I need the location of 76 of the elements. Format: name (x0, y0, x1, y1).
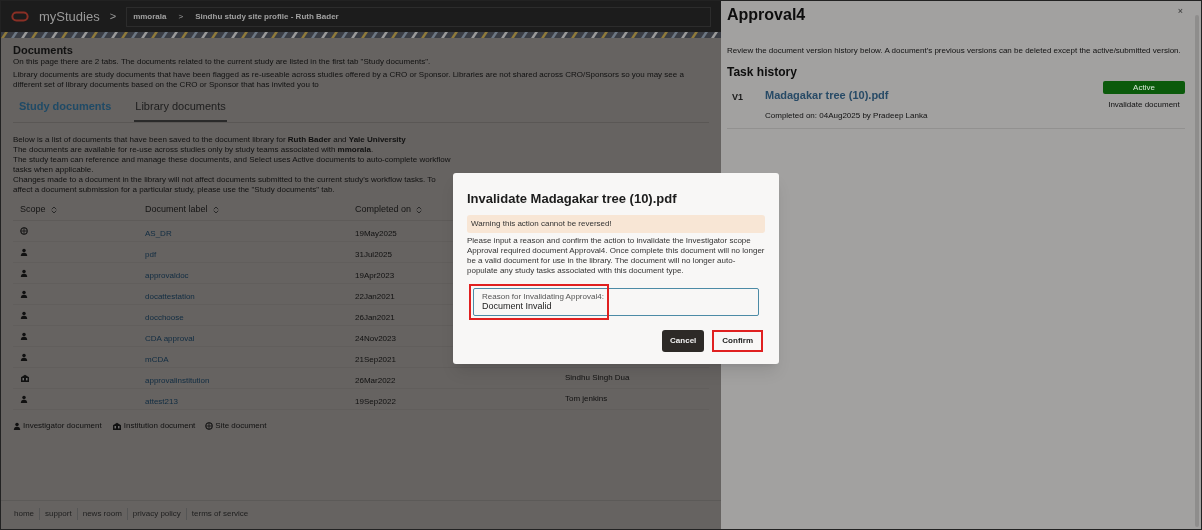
section-title: Task history (727, 64, 798, 81)
panel-title: Approval4 (727, 5, 806, 25)
table-cell: 22Jan2021 (355, 291, 395, 301)
legend-label: Institution document (123, 419, 196, 432)
document-link[interactable]: attest213 (145, 396, 178, 406)
warning-banner: Warning this action cannot be reversed! (467, 214, 765, 233)
dialog-title: Invalidate Madagakar tree (10).pdf (467, 190, 678, 208)
version-label: V1 (731, 91, 744, 104)
cancel-button[interactable]: Cancel (662, 329, 705, 352)
document-link[interactable]: approvaldoc (145, 270, 189, 280)
document-link[interactable]: docchoose (145, 312, 184, 322)
completed-text: Completed on: 04Aug2025 by Pradeep Lanka (765, 109, 929, 122)
breadcrumb-separator: > (109, 9, 117, 25)
reason-field[interactable]: Reason for Invalidating Approval4: Document Invalid (473, 287, 759, 316)
panel-description: Review the document version history below. A document's previous versions can be deleted except the active/submitted version. (727, 45, 1182, 57)
person-icon (20, 394, 28, 403)
table-cell: 19Sep2022 (355, 396, 396, 406)
person-icon (13, 421, 21, 430)
person-icon (20, 268, 28, 277)
info-text: Below is a list of documents that have been saved to the document library for Ruth Bader and Yale University (13, 134, 407, 145)
file-link[interactable]: Madagakar tree (10).pdf (765, 87, 1103, 104)
table-cell: 21Sep2021 (355, 354, 396, 364)
globe-icon (20, 226, 28, 235)
person-icon (20, 331, 28, 340)
person-icon (20, 352, 28, 361)
document-link[interactable]: CDA approval (145, 333, 195, 343)
info-text: The documents are available for re-use across studies only by study teams associated with mmorala. (13, 144, 375, 155)
table-cell: Sindhu Singh Dua (565, 371, 630, 384)
person-icon (20, 247, 28, 256)
document-link[interactable]: approvalinstitution (145, 375, 210, 385)
column-header[interactable]: Document label (145, 203, 208, 217)
table-cell: Tom jenkins (565, 392, 608, 405)
info-text: Changes made to a document in the library will not affect documents submitted to the current study's workflow tasks. To affect a document submission for a particular study, please use the "Study documents" tab. (13, 174, 437, 195)
status-badge: Active (1103, 81, 1185, 94)
tab[interactable]: Study documents (18, 98, 113, 122)
document-link[interactable]: docattestation (145, 291, 195, 301)
app-name[interactable]: myStudies (39, 6, 100, 27)
footer-link[interactable]: support (39, 507, 77, 520)
document-link[interactable]: pdf (145, 249, 157, 259)
invalidate-link[interactable]: Invalidate document (1108, 99, 1180, 111)
legend-label: Investigator document (23, 419, 102, 432)
footer-link[interactable]: privacy policy (126, 507, 186, 520)
oval-logo-icon[interactable] (11, 11, 29, 22)
footer-link[interactable]: news room (76, 507, 127, 520)
table-cell: 26Jan2021 (355, 312, 395, 322)
table-cell: 19May2025 (355, 228, 397, 238)
person-icon (20, 310, 28, 319)
table-cell: 24Nov2023 (355, 333, 396, 343)
tab[interactable]: Library documents (134, 98, 227, 122)
field-value: Document Invalid (482, 300, 552, 312)
info-text: The study team can reference and manage these documents, and Select uses Active documents to auto-complete workflow tasks when applicable. (13, 154, 452, 175)
document-link[interactable]: AS_DR (145, 228, 172, 238)
sort-icon[interactable] (212, 206, 219, 214)
globe-icon (205, 421, 214, 430)
document-link[interactable]: mCDA (145, 354, 169, 364)
person-icon (20, 289, 28, 298)
footer-link[interactable]: home (9, 507, 39, 520)
breadcrumb-link[interactable]: mmorala (133, 10, 167, 23)
footer-link[interactable]: terms of service (185, 507, 254, 520)
sort-icon[interactable] (416, 206, 423, 214)
building-icon (20, 373, 30, 382)
building-icon (111, 421, 122, 430)
legend-label: Site document (215, 419, 267, 432)
page-title: Documents (13, 44, 74, 57)
dialog-message: Please input a reason and confirm the action to invalidate the Investigator scope Approval required document Approval4. Once complete this document will no longer be a valid document for use in the library. The document will no longer auto-populate any study tasks associated with this document type. (467, 235, 765, 276)
table-cell: 31Jul2025 (355, 249, 392, 259)
field-label: Reason for Invalidating Approval4: (482, 291, 605, 301)
column-header[interactable]: Scope (20, 203, 46, 217)
breadcrumb-separator: > (178, 10, 184, 23)
table-cell: 26Mar2022 (355, 375, 396, 385)
sort-icon[interactable] (50, 206, 57, 214)
table-cell: 19Apr2023 (355, 270, 395, 280)
column-header[interactable]: Completed on (355, 203, 412, 217)
close-button[interactable]: × (1177, 5, 1183, 19)
breadcrumb-link[interactable]: Sindhu study site profile - Ruth Bader (195, 10, 339, 23)
confirm-button[interactable]: Confirm (712, 329, 763, 352)
